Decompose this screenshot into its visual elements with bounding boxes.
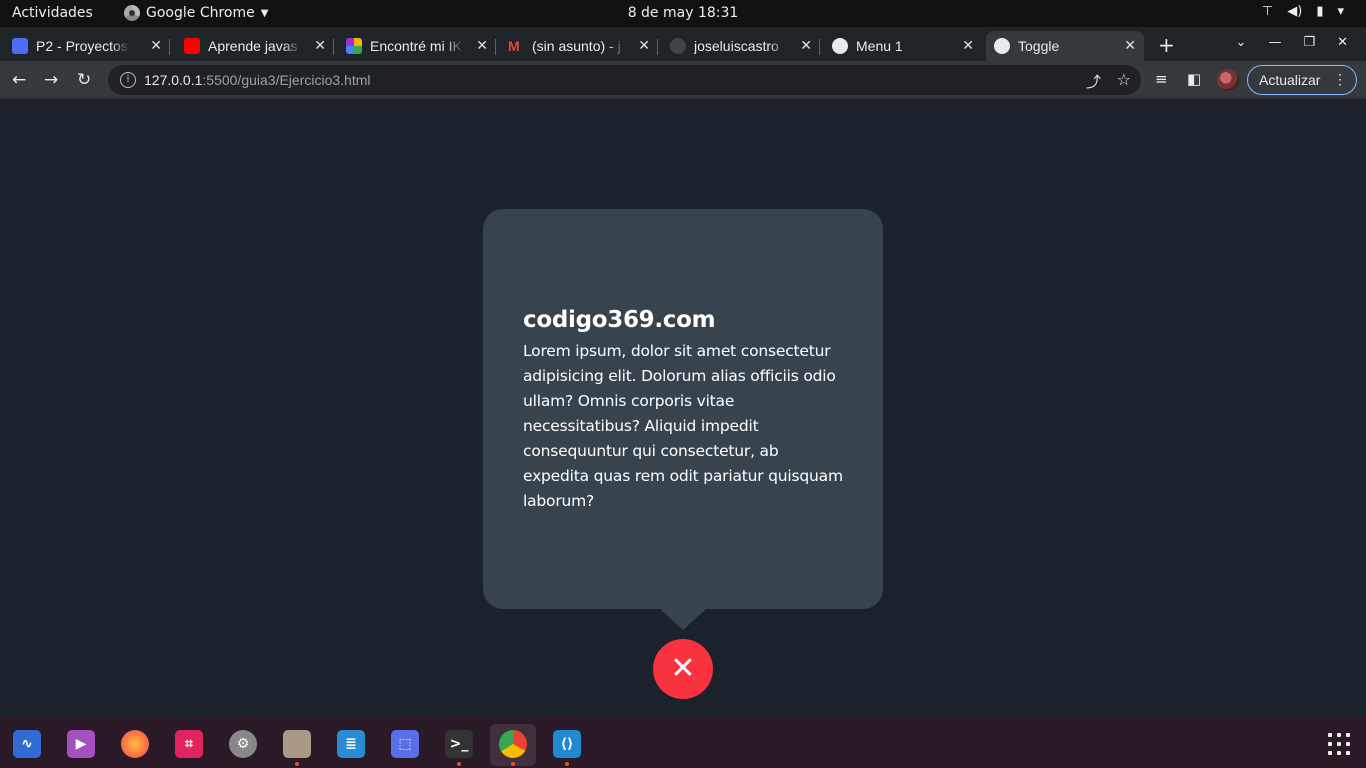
chevron-down-icon: ▾ (1337, 4, 1344, 19)
side-panel-icon[interactable]: ◧ (1187, 70, 1201, 88)
restore-icon[interactable]: ❐ (1303, 35, 1315, 50)
firefox-icon (121, 730, 149, 758)
network-icon: ⊤ (1261, 4, 1274, 19)
dock-app-settings[interactable]: ⚙ (220, 724, 266, 766)
card-title: codigo369.com (523, 307, 716, 333)
volume-icon: ◀) (1287, 4, 1303, 19)
site-info-icon[interactable]: i (120, 72, 136, 88)
tab-gmail[interactable]: M (sin asunto) - j ✕ (500, 31, 658, 61)
tab-toggle[interactable]: Toggle ✕ (986, 31, 1144, 61)
update-button[interactable]: Actualizar ⋮ (1247, 65, 1357, 95)
terminal-icon: >_ (445, 730, 473, 758)
gmail-icon: M (508, 38, 520, 54)
video-player-icon: ▶ (67, 730, 95, 758)
close-toggle-button[interactable]: ✕ (653, 639, 713, 699)
tab-menu-1[interactable]: Menu 1 ✕ (824, 31, 982, 61)
crop-icon: ⌗ (175, 730, 203, 758)
calendar-icon (12, 38, 28, 54)
address-bar[interactable]: i 127.0.0.1:5500/guia3/Ejercicio3.html ⤴… (108, 65, 1141, 95)
close-tab-icon[interactable]: ✕ (800, 37, 812, 54)
dock-app-chrome[interactable] (490, 724, 536, 766)
minimize-icon[interactable]: — (1268, 35, 1281, 50)
caret-down-icon: ▼ (260, 7, 269, 19)
bookmark-star-icon[interactable]: ☆ (1117, 70, 1131, 89)
globe-icon (832, 38, 848, 54)
url-text[interactable]: 127.0.0.1:5500/guia3/Ejercicio3.html (144, 72, 371, 88)
github-icon (670, 38, 686, 54)
forward-icon[interactable]: → (44, 70, 58, 90)
system-monitor-icon: ∿ (13, 730, 41, 758)
close-window-icon[interactable]: ✕ (1337, 35, 1348, 50)
dock-app-video-player[interactable]: ▶ (58, 724, 104, 766)
app-menu[interactable]: Google Chrome ▼ (124, 5, 268, 21)
show-applications-icon[interactable] (1328, 733, 1350, 755)
vscode-icon: ⟨⟩ (553, 730, 581, 758)
dock-app-firefox[interactable] (112, 724, 158, 766)
browser-toolbar: ← → ↻ i 127.0.0.1:5500/guia3/Ejercicio3.… (0, 61, 1366, 99)
tab-aprende-javascript[interactable]: Aprende javas ✕ (176, 31, 334, 61)
activities-button[interactable]: Actividades (12, 5, 93, 21)
app-menu-label: Google Chrome (146, 5, 255, 21)
more-options-icon[interactable]: ⋮ (1333, 71, 1347, 88)
tab-search-icon[interactable]: ⌄ (1236, 35, 1247, 50)
gnome-top-bar: Actividades Google Chrome ▼ 8 de may 18:… (0, 0, 1366, 27)
tab-encontre-mi[interactable]: Encontré mi IK ✕ (338, 31, 496, 61)
card-body: Lorem ipsum, dolor sit amet consectetur … (523, 342, 843, 510)
folder-icon (283, 730, 311, 758)
close-tab-icon[interactable]: ✕ (638, 37, 650, 54)
gear-icon: ⚙ (229, 730, 257, 758)
system-tray[interactable]: ⊤ ◀) ▮ ▾ (1262, 4, 1344, 19)
globe-icon (994, 38, 1010, 54)
close-tab-icon[interactable]: ✕ (150, 37, 162, 54)
share-icon[interactable]: ⤴ (1086, 71, 1101, 92)
toggle-card: codigo369.com Lorem ipsum, dolor sit ame… (483, 209, 883, 609)
dock-app-system-monitor[interactable]: ∿ (4, 724, 50, 766)
dock: ∿ ▶ ⌗ ⚙ ≣ ⬚ >_ ⟨⟩ (0, 718, 1366, 768)
window-controls: ⌄ — ❐ ✕ (1236, 35, 1348, 50)
profile-avatar[interactable] (1217, 69, 1239, 91)
dock-app-vscode[interactable]: ⟨⟩ (544, 724, 590, 766)
reload-icon[interactable]: ↻ (77, 70, 91, 90)
dock-app-screen-capture[interactable]: ⬚ (382, 724, 428, 766)
reading-list-icon[interactable]: ≡ (1155, 70, 1168, 88)
youtube-icon (184, 38, 200, 54)
chrome-icon (499, 730, 527, 758)
tab-strip: P2 - Proyectos ✕ Aprende javas ✕ Encontr… (0, 27, 1366, 61)
dock-app-terminal[interactable]: >_ (436, 724, 482, 766)
app-icon (346, 38, 362, 54)
dock-app-files[interactable] (274, 724, 320, 766)
dock-app-screenshot-tool[interactable]: ⌗ (166, 724, 212, 766)
battery-icon: ▮ (1316, 4, 1324, 19)
back-icon[interactable]: ← (12, 70, 26, 90)
close-tab-icon[interactable]: ✕ (962, 37, 974, 54)
document-icon: ≣ (337, 730, 365, 758)
dock-app-writer[interactable]: ≣ (328, 724, 374, 766)
chrome-icon (124, 5, 140, 21)
screen-capture-icon: ⬚ (391, 730, 419, 758)
close-tab-icon[interactable]: ✕ (476, 37, 488, 54)
tab-github[interactable]: joseluiscastro ✕ (662, 31, 820, 61)
new-tab-button[interactable]: + (1158, 33, 1175, 57)
close-tab-icon[interactable]: ✕ (314, 37, 326, 54)
close-tab-icon[interactable]: ✕ (1124, 37, 1136, 54)
card-pointer-arrow (659, 608, 707, 630)
tab-p2-proyectos[interactable]: P2 - Proyectos ✕ (12, 31, 170, 61)
